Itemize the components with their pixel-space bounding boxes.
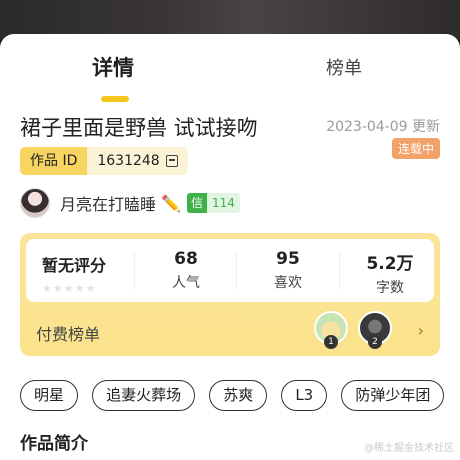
copy-icon[interactable] [165, 155, 178, 167]
update-date: 2023-04-09 更新 [326, 119, 440, 135]
status-badge: 连载中 [391, 138, 440, 159]
paid-rank-avatars[interactable]: 1 2 [314, 311, 424, 351]
active-tab-indicator [101, 96, 129, 102]
tag-chip[interactable]: 苏爽 [209, 380, 268, 411]
stat-label: 人气 [172, 275, 200, 291]
stat-value: 5.2万 [366, 254, 414, 274]
chevron-right-icon[interactable]: › [418, 321, 424, 340]
stat-value: 95 [276, 249, 300, 269]
tag-chip[interactable]: 明星 [20, 380, 79, 411]
stat-popularity: 68 人气 [166, 249, 206, 292]
work-id-label: 作品 ID [20, 147, 88, 175]
watermark: @稀土掘金技术社区 [364, 443, 454, 454]
tab-ranking[interactable]: 榜单 [326, 54, 362, 80]
tag-list: 明星 追妻火葬场 苏爽 L3 防弹少年团 [20, 380, 453, 412]
stat-label: 字数 [376, 280, 404, 296]
stat-divider [236, 253, 237, 289]
work-id-chip[interactable]: 作品 ID 1631248 [20, 147, 188, 175]
rank-number: 2 [368, 335, 382, 349]
stat-value: 68 [174, 249, 198, 269]
paid-rank-label[interactable]: 付费榜单 [36, 321, 100, 345]
tag-chip[interactable]: 防弹少年团 [341, 380, 445, 411]
trust-label: 信 [186, 193, 207, 213]
pencil-icon: ✏️ [161, 193, 181, 213]
section-title-synopsis: 作品简介 [20, 434, 88, 454]
avatar[interactable] [20, 188, 50, 218]
rating-block: 暂无评分 ★★★★★ [42, 252, 106, 295]
stats-panel: 暂无评分 ★★★★★ 68 人气 95 喜欢 5.2万 字数 [26, 239, 434, 302]
trust-value: 114 [206, 193, 240, 213]
detail-sheet: 详情 榜单 裙子里面是野兽 试试接吻 2023-04-09 更新 连载中 作品 … [0, 34, 460, 460]
stats-card: 暂无评分 ★★★★★ 68 人气 95 喜欢 5.2万 字数 付费榜单 1 2 … [20, 233, 440, 356]
stat-divider [339, 253, 340, 289]
work-title: 裙子里面是野兽 试试接吻 [20, 116, 258, 140]
rating-stars-icon: ★★★★★ [42, 282, 97, 295]
stat-likes: 95 喜欢 [268, 249, 308, 292]
tab-bar: 详情 榜单 [0, 52, 460, 102]
work-id-value: 1631248 [97, 153, 160, 169]
stat-wordcount: 5.2万 字数 [362, 249, 418, 297]
rank-number: 1 [324, 335, 338, 349]
author-row[interactable]: 月亮在打瞌睡 ✏️ 信 114 [20, 187, 240, 219]
author-name[interactable]: 月亮在打瞌睡 [60, 191, 156, 215]
tab-detail[interactable]: 详情 [92, 52, 134, 82]
rating-label: 暂无评分 [42, 256, 107, 275]
tag-chip[interactable]: L3 [281, 380, 328, 411]
stat-label: 喜欢 [274, 275, 302, 291]
stat-divider [134, 253, 135, 289]
trust-badge: 信 114 [186, 193, 240, 213]
tag-chip[interactable]: 追妻火葬场 [92, 380, 196, 411]
